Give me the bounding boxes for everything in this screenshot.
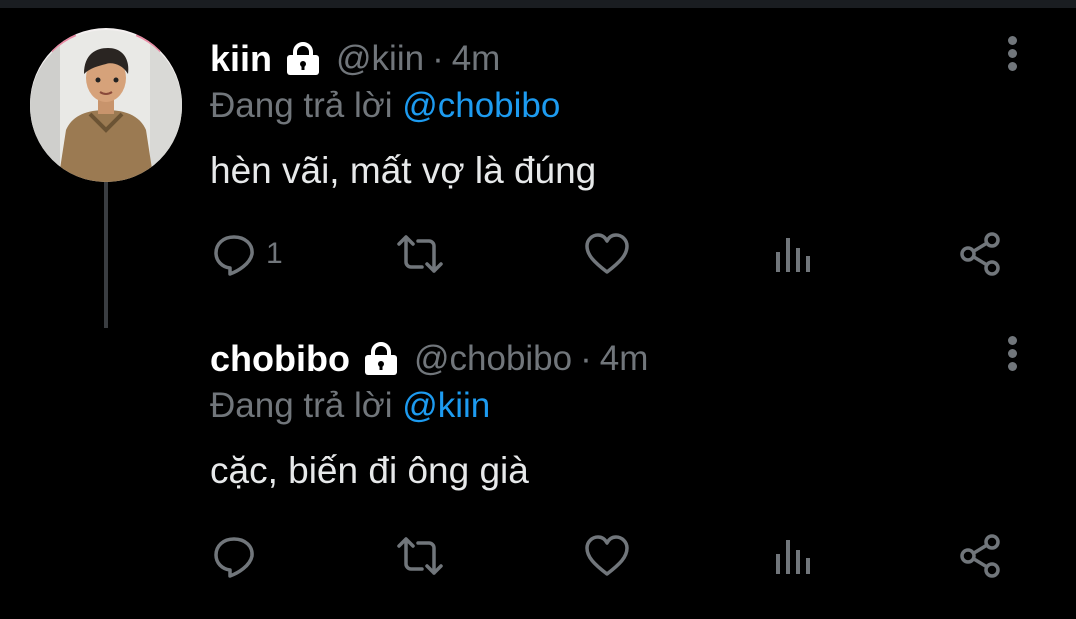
- lock-icon: [362, 342, 400, 376]
- tweet-header: chobibo @chobibo · 4m: [210, 338, 648, 380]
- more-vertical-icon[interactable]: [1000, 334, 1026, 374]
- tweet-actions: [0, 528, 1076, 584]
- retweet-button[interactable]: [394, 528, 446, 584]
- tweet-2[interactable]: chobibo @chobibo · 4m Đang trả lời @kiin…: [0, 0, 1076, 578]
- replying-to-line: Đang trả lời @kiin: [210, 386, 490, 426]
- replying-mention-link[interactable]: @kiin: [402, 386, 490, 425]
- replying-prefix: Đang trả lời: [210, 386, 393, 425]
- share-button[interactable]: [958, 528, 1002, 584]
- analytics-icon: [776, 540, 810, 574]
- share-icon: [960, 534, 1000, 578]
- tweet-text: cặc, biến đi ông già: [210, 450, 529, 491]
- timestamp[interactable]: 4m: [600, 339, 649, 379]
- analytics-button[interactable]: [774, 528, 812, 584]
- display-name[interactable]: chobibo: [210, 338, 350, 380]
- avatar-chobibo[interactable]: [30, 30, 182, 182]
- like-button[interactable]: [584, 528, 630, 584]
- reply-button[interactable]: [212, 528, 266, 584]
- like-icon: [585, 535, 629, 576]
- user-handle[interactable]: @chobibo: [414, 339, 572, 379]
- retweet-icon: [397, 537, 443, 575]
- reply-icon: [214, 537, 254, 578]
- separator-dot: ·: [580, 339, 592, 378]
